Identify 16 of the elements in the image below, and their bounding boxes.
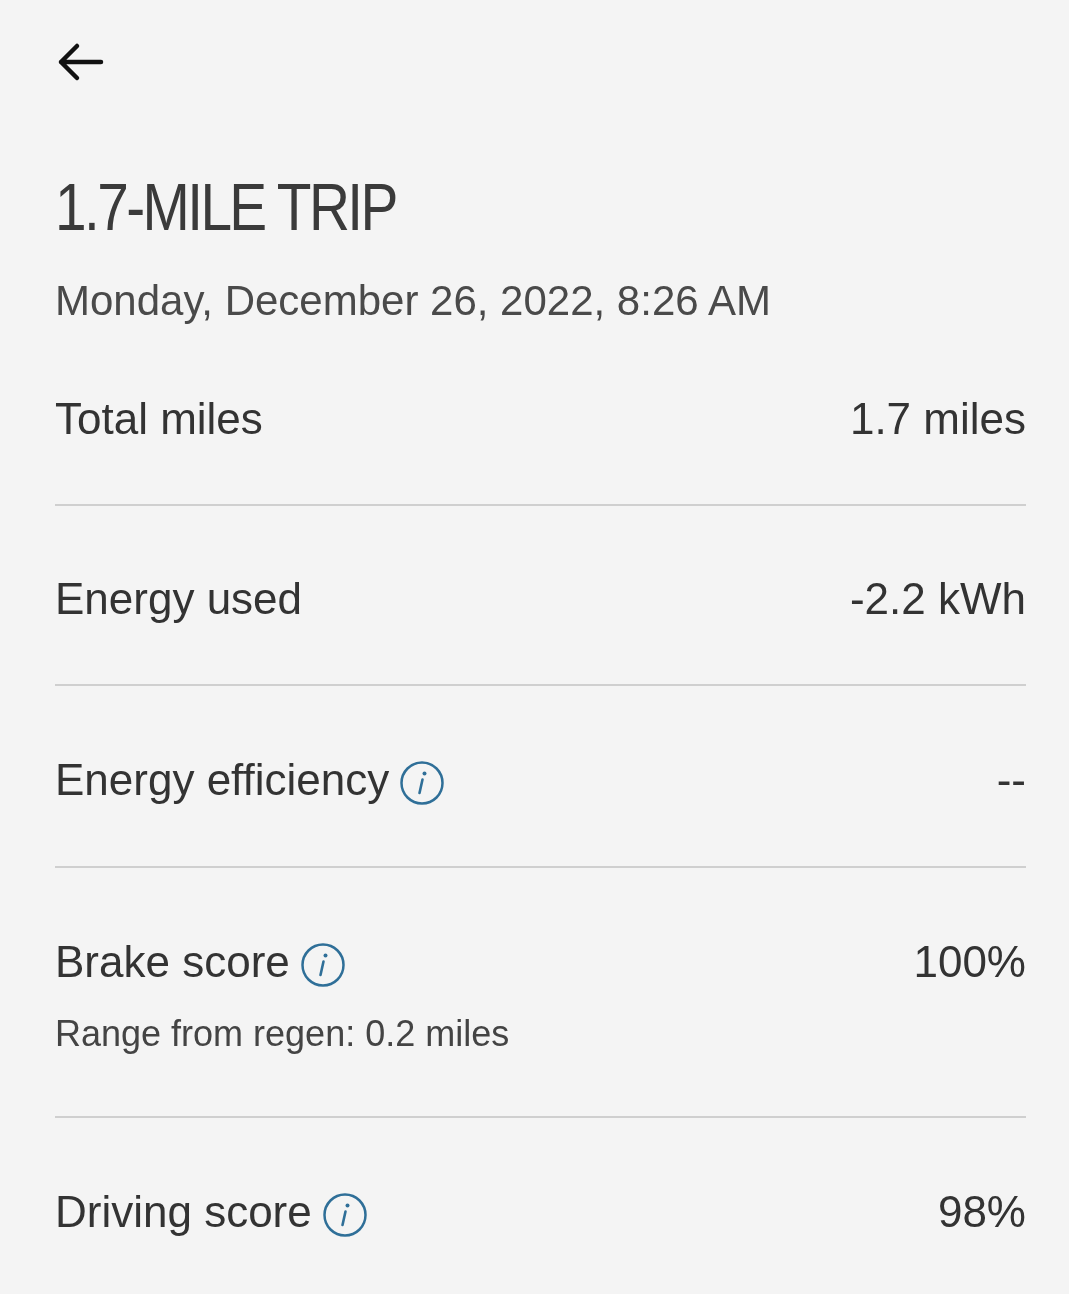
stat-label: Total miles [55,394,263,444]
stat-value: -2.2 kWh [849,574,1026,624]
stat-label: Energy used [55,574,303,624]
trip-title: 1.7-MILE TRIP [55,169,396,246]
stat-label: Energy efficiency [55,755,390,805]
info-icon[interactable] [299,942,346,988]
trip-date: Monday, December 26, 2022, 8:26 AM [55,276,772,326]
stat-label: Brake score [55,937,290,987]
info-icon[interactable] [321,1192,368,1238]
stat-value: 1.7 miles [849,394,1026,444]
stat-value: -- [996,755,1026,805]
stat-note: Range from regen: 0.2 miles [55,1012,511,1056]
stat-value: 100% [913,937,1026,987]
info-icon[interactable] [399,760,446,806]
stat-label: Driving score [55,1187,312,1237]
stat-value: 98% [937,1187,1026,1237]
